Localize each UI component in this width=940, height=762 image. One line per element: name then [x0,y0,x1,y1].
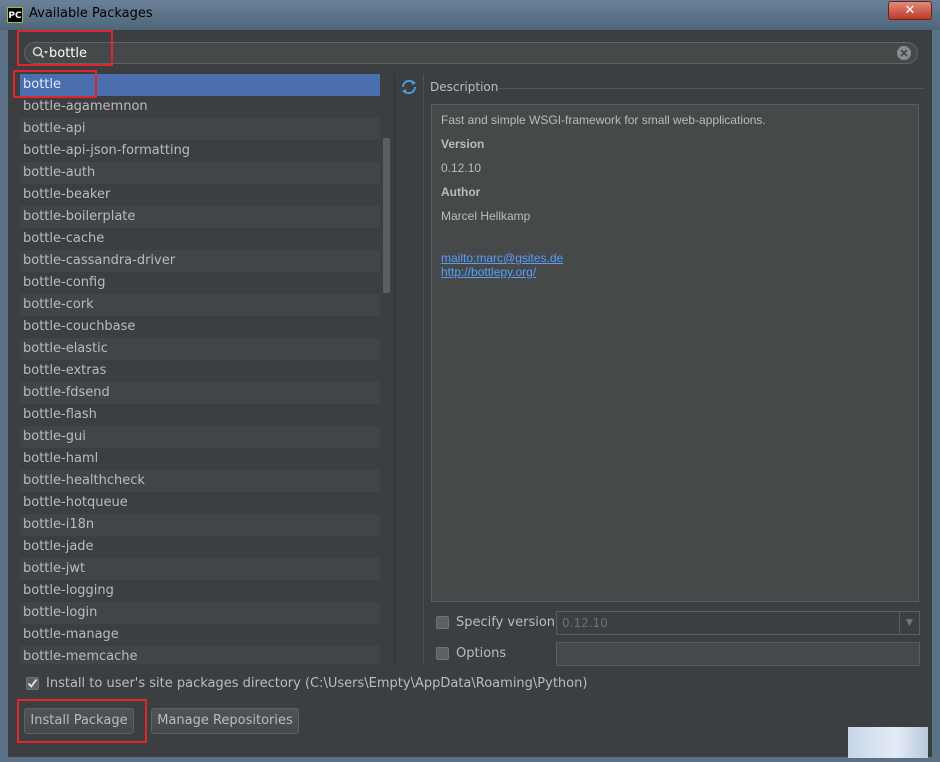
package-list-item[interactable]: bottle-api-json-formatting [20,140,380,162]
options-input[interactable] [556,642,920,666]
package-list-item[interactable]: bottle-logging [20,580,380,602]
package-list-item[interactable]: bottle-healthcheck [20,470,380,492]
specify-version-label: Specify version [456,615,556,630]
chevron-down-icon[interactable]: ▼ [899,612,919,634]
install-user-site-label: Install to user's site packages director… [46,676,588,691]
window-frame-bottom [0,757,940,762]
package-list-item[interactable]: bottle-gui [20,426,380,448]
package-list-item[interactable]: bottle-memcache [20,646,380,664]
package-list-item[interactable]: bottle-jade [20,536,380,558]
package-list-item[interactable]: bottle-jwt [20,558,380,580]
package-list-item[interactable]: bottle-elastic [20,338,380,360]
close-button[interactable]: ✕ [888,1,932,20]
search-highlight-box [17,30,113,66]
version-select-value: 0.12.10 [562,616,608,630]
homepage-link[interactable]: http://bottlepy.org/ [441,265,909,279]
refresh-icon[interactable] [399,77,419,97]
description-panel: Fast and simple WSGI-framework for small… [431,104,919,602]
package-author: Marcel Hellkamp [441,209,531,223]
package-list-item[interactable]: bottle-config [20,272,380,294]
package-list-item[interactable]: bottle-i18n [20,514,380,536]
package-list-item[interactable]: bottle-couchbase [20,316,380,338]
pycharm-app-icon: PC [7,7,23,23]
search-input[interactable] [49,44,889,62]
author-heading: Author [441,185,481,199]
checkmark-icon [27,678,38,688]
list-toolbar [394,74,424,664]
specify-version-checkbox[interactable] [436,616,449,629]
dialog-content: bottlebottle-agamemnonbottle-apibottle-a… [8,30,932,757]
package-list[interactable]: bottle bottle-agamemnon bottle-api bottle-a… [20,74,380,664]
package-list-item[interactable]: bottle-cache [20,228,380,250]
install-button-highlight-box [17,699,147,743]
description-label: Description [430,80,499,94]
title-bar: PC Available Packages ✕ [0,0,940,31]
description-separator [498,88,924,89]
install-user-site-checkbox[interactable] [26,677,39,690]
package-list-item[interactable]: bottle-agamemnon [20,96,380,118]
selected-item-highlight-box [13,70,97,98]
options-label: Options [456,646,507,661]
package-list-item[interactable]: bottle-cassandra-driver [20,250,380,272]
package-list-scrollbar[interactable] [381,74,393,664]
clear-icon[interactable] [896,45,912,61]
window-frame-left [0,30,8,762]
package-list-item[interactable]: bottle-hotqueue [20,492,380,514]
package-list-item[interactable]: bottle-extras [20,360,380,382]
package-version: 0.12.10 [441,161,482,175]
package-list-item[interactable]: bottle-flash [20,404,380,426]
scrollbar-thumb[interactable] [383,138,390,293]
package-list-item[interactable]: bottle-boilerplate [20,206,380,228]
package-list-item[interactable]: bottle-haml [20,448,380,470]
package-summary: Fast and simple WSGI-framework for small… [441,113,766,127]
version-heading: Version [441,137,485,151]
package-list-item[interactable]: bottle-login [20,602,380,624]
package-list-item[interactable]: bottle-cork [20,294,380,316]
package-list-item[interactable]: bottle-auth [20,162,380,184]
search-bar[interactable] [24,42,918,64]
author-email-link[interactable]: mailto:marc@gsites.de [441,251,909,265]
package-list-item[interactable]: bottle-manage [20,624,380,646]
watermark-image [848,727,928,758]
window-frame-right [932,30,940,762]
version-select[interactable]: 0.12.10 ▼ [556,611,920,635]
options-checkbox[interactable] [436,647,449,660]
package-list-item[interactable]: bottle-api [20,118,380,140]
manage-repositories-button[interactable]: Manage Repositories [151,708,299,734]
package-list-item[interactable]: bottle-beaker [20,184,380,206]
package-list-item[interactable]: bottle-fdsend [20,382,380,404]
window-title: Available Packages [29,6,153,21]
